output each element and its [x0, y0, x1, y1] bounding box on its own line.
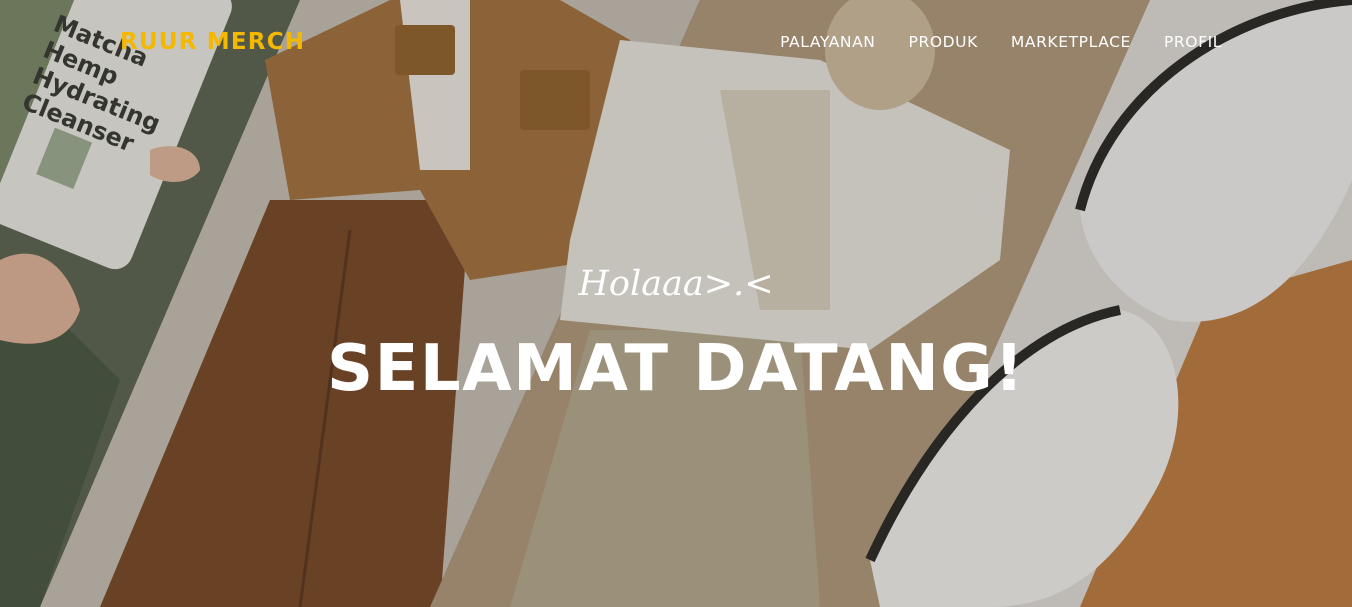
hero-headline: SELAMAT DATANG! [327, 332, 1025, 406]
nav-link-marketplace[interactable]: MARKETPLACE [1011, 33, 1131, 51]
brand-logo[interactable]: RUUR MERCH [120, 29, 305, 55]
hero-greeting: Holaaa>.< [578, 264, 774, 304]
nav-link-profil[interactable]: PROFIL [1164, 33, 1222, 51]
nav-link-palayanan[interactable]: PALAYANAN [780, 33, 875, 51]
hero-section: Matcha Hemp Hydrating Cleanser RUUR MERC… [0, 0, 1352, 607]
nav-link-produk[interactable]: PRODUK [909, 33, 978, 51]
navbar: RUUR MERCH PALAYANAN PRODUK MARKETPLACE … [0, 0, 1352, 86]
main-nav: PALAYANAN PRODUK MARKETPLACE PROFIL [780, 33, 1222, 51]
